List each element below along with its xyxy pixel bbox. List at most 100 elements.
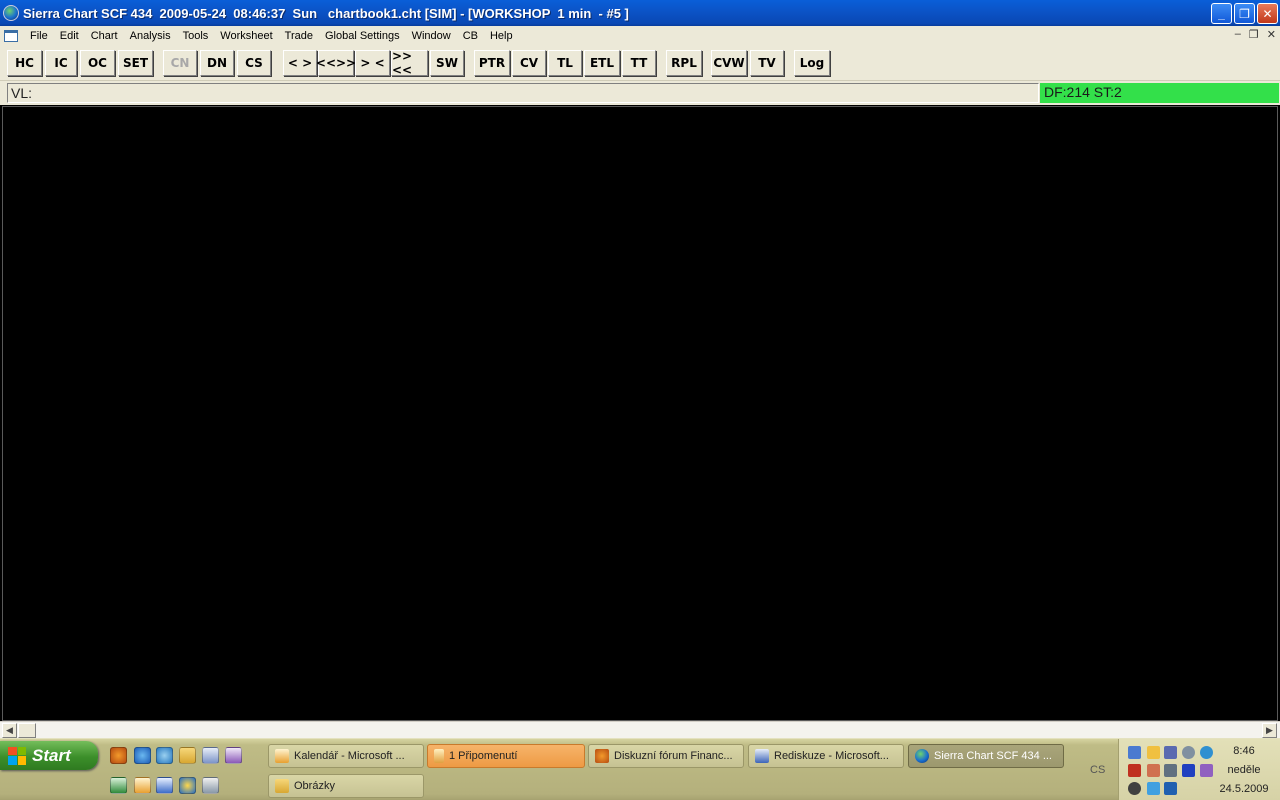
taskbar-button-label: Kalendář - Microsoft ...: [294, 750, 405, 762]
mdi-minimize-button[interactable]: –: [1235, 28, 1241, 41]
desktop-icon[interactable]: [156, 747, 173, 764]
chart-horizontal-scrollbar[interactable]: ◀ ▶: [0, 721, 1280, 738]
scrollbar-thumb[interactable]: [18, 723, 36, 738]
display-icon[interactable]: [1164, 764, 1177, 777]
zoom-in-button[interactable]: > <: [355, 50, 390, 76]
zoom-out-button[interactable]: < >: [283, 50, 317, 76]
outlook-icon[interactable]: [134, 777, 151, 794]
clock-time[interactable]: 8:46: [1216, 745, 1272, 757]
cn-button[interactable]: CN: [163, 50, 197, 76]
taskbar-button-sierra-chart[interactable]: Sierra Chart SCF 434 ...: [908, 744, 1064, 768]
ptr-button[interactable]: PTR: [474, 50, 510, 76]
firefox-icon: [595, 749, 609, 763]
cv-button[interactable]: CV: [512, 50, 546, 76]
menu-tools[interactable]: Tools: [177, 30, 215, 42]
onenote-icon[interactable]: [225, 747, 242, 764]
minimize-button[interactable]: _: [1211, 3, 1232, 24]
menu-global-settings[interactable]: Global Settings: [319, 30, 406, 42]
close-button[interactable]: ✕: [1257, 3, 1278, 24]
start-label: Start: [32, 745, 71, 765]
firefox-icon[interactable]: [110, 747, 127, 764]
taskbar-button-pictures[interactable]: Obrázky: [268, 774, 424, 798]
zoom-out-more-button[interactable]: <<>>: [316, 50, 356, 76]
mouse-icon[interactable]: [1128, 782, 1141, 795]
media-player-icon[interactable]: [179, 777, 196, 794]
taskbar-button-label: Diskuzní fórum Financ...: [614, 750, 733, 762]
tt-button[interactable]: TT: [622, 50, 656, 76]
security-icon[interactable]: [1182, 746, 1195, 759]
taskbar-button-label: Sierra Chart SCF 434 ...: [934, 750, 1052, 762]
sw-button[interactable]: SW: [430, 50, 464, 76]
internet-explorer-icon[interactable]: [134, 747, 151, 764]
maximize-button[interactable]: ❐: [1234, 3, 1255, 24]
menu-analysis[interactable]: Analysis: [124, 30, 177, 42]
values-line: VL:: [7, 83, 1039, 103]
taskbar-button-label: Rediskuze - Microsoft...: [774, 750, 889, 762]
menu-worksheet[interactable]: Worksheet: [214, 30, 278, 42]
folder-icon[interactable]: [179, 747, 196, 764]
clock-day[interactable]: neděle: [1216, 764, 1272, 776]
reminder-icon: [434, 749, 444, 763]
volume-icon[interactable]: [1128, 764, 1141, 777]
taskbar-button-label: Obrázky: [294, 780, 335, 792]
mdi-restore-button[interactable]: ❐: [1249, 28, 1259, 41]
keyboard-icon[interactable]: [1164, 782, 1177, 795]
menu-help[interactable]: Help: [484, 30, 519, 42]
word-icon: [755, 749, 769, 763]
taskbar-button-label: 1 Připomenutí: [449, 750, 518, 762]
sierra-chart-app-icon[interactable]: [3, 5, 19, 21]
ic-button[interactable]: IC: [45, 50, 77, 76]
sync-icon[interactable]: [1200, 746, 1213, 759]
taskbar-button-forum[interactable]: Diskuzní fórum Financ...: [588, 744, 744, 768]
menu-cb[interactable]: CB: [457, 30, 484, 42]
cvw-button[interactable]: CVW: [711, 50, 747, 76]
network-disconnected-icon[interactable]: [1164, 746, 1177, 759]
clock-date[interactable]: 24.5.2009: [1214, 783, 1274, 795]
notepad-icon[interactable]: [156, 777, 173, 794]
taskbar-button-word[interactable]: Rediskuze - Microsoft...: [748, 744, 904, 768]
folder-icon: [275, 779, 289, 793]
menu-chart[interactable]: Chart: [85, 30, 124, 42]
etl-button[interactable]: ETL: [584, 50, 620, 76]
set-button[interactable]: SET: [118, 50, 153, 76]
zoom-in-more-button[interactable]: >><<: [391, 49, 428, 77]
hc-button[interactable]: HC: [7, 50, 42, 76]
control-bar: HC IC OC SET CN DN CS < > <<>> > < >><< …: [0, 45, 1280, 81]
scroll-right-arrow-icon[interactable]: ▶: [1262, 723, 1277, 738]
mdi-close-button[interactable]: ✕: [1267, 28, 1276, 41]
taskbar-button-calendar[interactable]: Kalendář - Microsoft ...: [268, 744, 424, 768]
chart-status-strip: VL: DF:214 ST:2: [0, 81, 1280, 105]
calculator-icon[interactable]: [202, 777, 219, 794]
network-icon[interactable]: [1128, 746, 1141, 759]
dn-button[interactable]: DN: [200, 50, 234, 76]
taskbar-button-reminder[interactable]: 1 Připomenutí: [427, 744, 585, 768]
word-icon[interactable]: [202, 747, 219, 764]
language-indicator[interactable]: CS: [1090, 764, 1105, 776]
log-button[interactable]: Log: [794, 50, 830, 76]
menu-window[interactable]: Window: [406, 30, 457, 42]
menu-file[interactable]: File: [24, 30, 54, 42]
antivirus-icon[interactable]: [1147, 764, 1160, 777]
windows-taskbar: Start Kalendář - Microsoft ... 1 Připome…: [0, 738, 1280, 800]
mdi-window-controls: – ❐ ✕: [1235, 28, 1276, 41]
start-button[interactable]: Start: [0, 741, 98, 770]
tv-button[interactable]: TV: [750, 50, 784, 76]
cs-button[interactable]: CS: [237, 50, 271, 76]
bluetooth-icon[interactable]: [1182, 764, 1195, 777]
scroll-left-arrow-icon[interactable]: ◀: [2, 723, 17, 738]
oc-button[interactable]: OC: [80, 50, 115, 76]
menu-edit[interactable]: Edit: [54, 30, 85, 42]
document-window-icon[interactable]: [4, 29, 18, 42]
tl-button[interactable]: TL: [548, 50, 582, 76]
onenote-tray-icon[interactable]: [1200, 764, 1213, 777]
menu-bar: File Edit Chart Analysis Tools Worksheet…: [0, 26, 1280, 45]
menu-trade[interactable]: Trade: [279, 30, 319, 42]
outlook-calendar-icon: [275, 749, 289, 763]
diamond-icon[interactable]: [1147, 782, 1160, 795]
outlook-tray-icon[interactable]: [1147, 746, 1160, 759]
title-bar[interactable]: Sierra Chart SCF 434 2009-05-24 08:46:37…: [0, 0, 1280, 26]
chart-canvas[interactable]: [2, 106, 1278, 721]
excel-icon[interactable]: [110, 777, 127, 794]
rpl-button[interactable]: RPL: [666, 50, 702, 76]
data-feed-status: DF:214 ST:2: [1040, 83, 1279, 103]
